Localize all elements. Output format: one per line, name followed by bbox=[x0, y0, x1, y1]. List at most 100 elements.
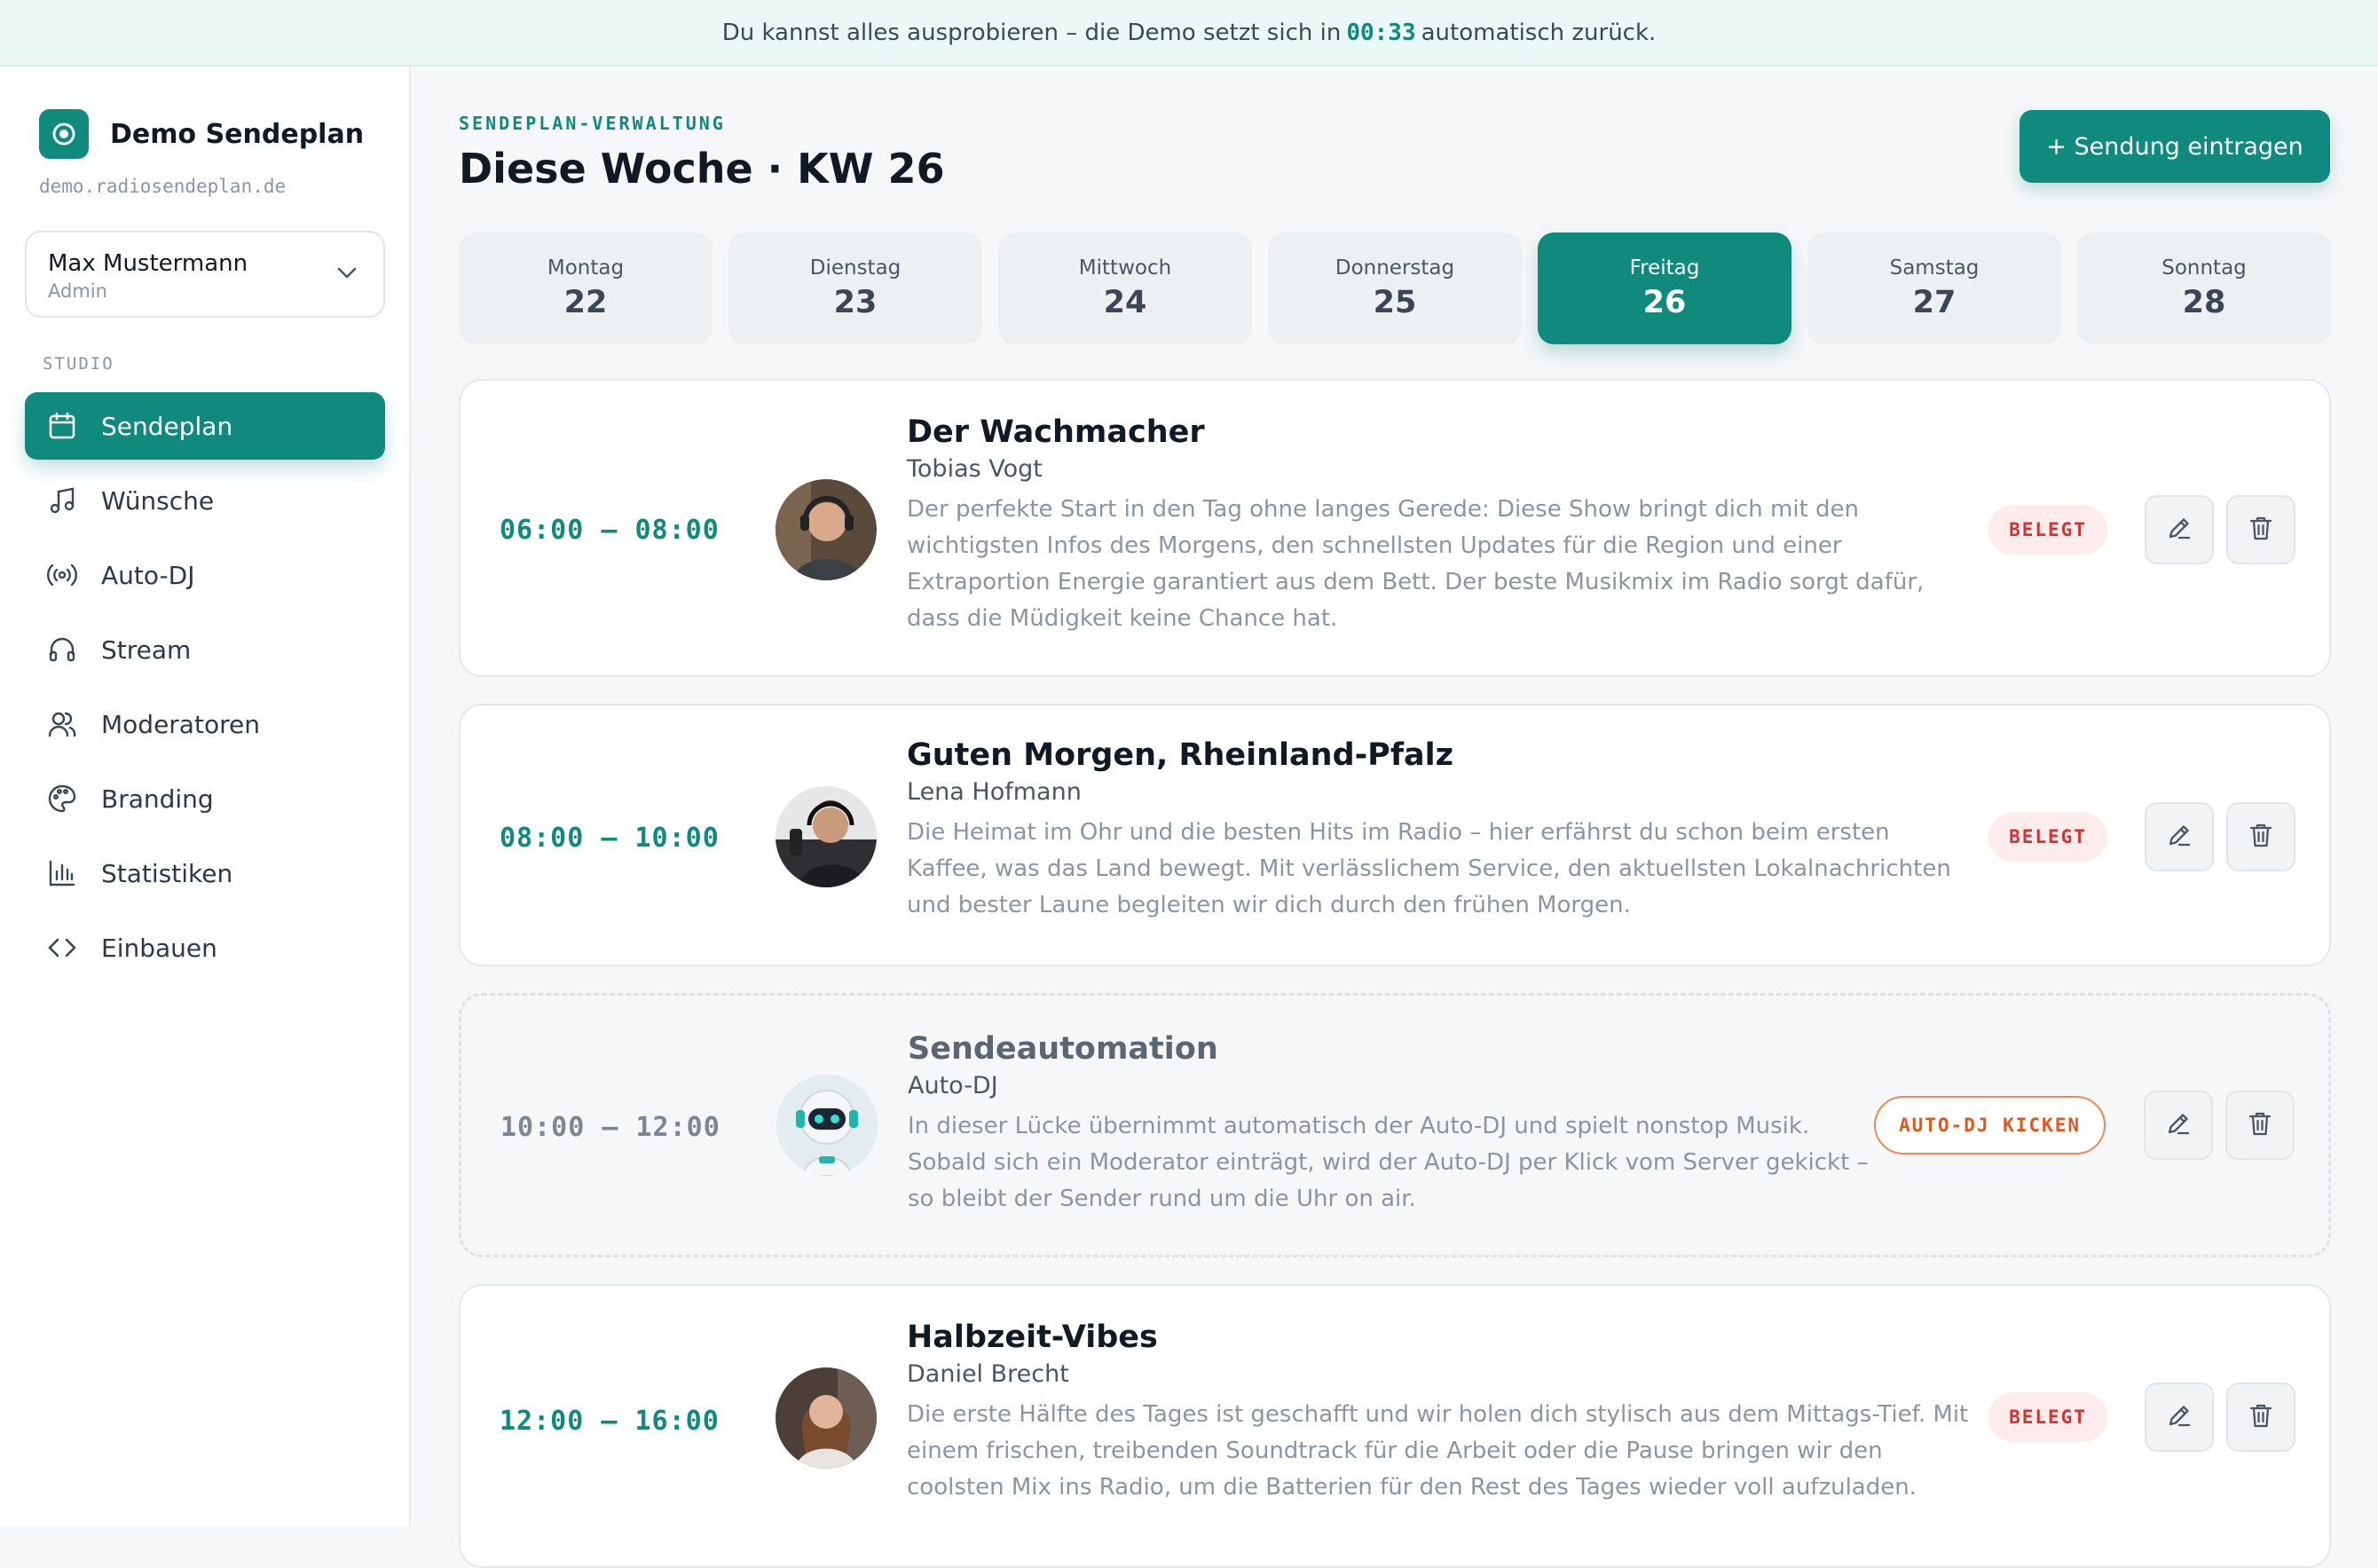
day-number: 24 bbox=[1103, 285, 1147, 320]
pencil-icon bbox=[2164, 1109, 2193, 1141]
show-description: Die erste Hälfte des Tages ist geschafft… bbox=[907, 1401, 1969, 1501]
show-title: Guten Morgen, Rheinland-Pfalz bbox=[907, 737, 1454, 773]
day-number: 22 bbox=[563, 285, 608, 320]
brand-title: Demo Sendeplan bbox=[110, 118, 365, 150]
banner-text-after: automatisch zurück. bbox=[1421, 19, 1657, 46]
sidebar-item-statistiken[interactable]: Statistiken bbox=[25, 839, 385, 907]
add-show-button[interactable]: + Sendung eintragen bbox=[2020, 110, 2330, 183]
delete-button[interactable] bbox=[2226, 495, 2295, 564]
sidebar-item-stream[interactable]: Stream bbox=[25, 616, 385, 683]
tab-sonntag[interactable]: Sonntag 28 bbox=[2077, 232, 2331, 344]
show-time: 12:00 – 16:00 bbox=[500, 1406, 720, 1437]
show-title: Der Wachmacher bbox=[907, 414, 1205, 450]
main-content: SENDEPLAN-VERWALTUNG Diese Woche · KW 26… bbox=[413, 67, 2378, 1568]
show-card[interactable]: 06:00 – 08:00 Der Wachmacher Tobias Vogt… bbox=[459, 379, 2331, 677]
day-number: 25 bbox=[1373, 285, 1417, 320]
page-eyebrow: SENDEPLAN-VERWALTUNG bbox=[459, 113, 726, 134]
sidebar-item-einbauen[interactable]: Einbauen bbox=[25, 914, 385, 981]
day-number: 28 bbox=[2182, 285, 2226, 320]
sidebar-item-sendeplan[interactable]: Sendeplan bbox=[25, 392, 385, 460]
trash-icon bbox=[2247, 514, 2275, 546]
show-card[interactable]: 12:00 – 16:00 Halbzeit-Vibes Daniel Brec… bbox=[459, 1284, 2331, 1568]
sidebar-item-label: Branding bbox=[101, 784, 214, 814]
tab-freitag[interactable]: Freitag 26 bbox=[1538, 232, 1791, 344]
brand-domain: demo.radiosendeplan.de bbox=[39, 176, 287, 197]
calendar-icon bbox=[46, 410, 78, 442]
sidebar-item-label: Moderatoren bbox=[101, 709, 260, 739]
robot-avatar bbox=[776, 1075, 878, 1176]
day-number: 27 bbox=[1912, 285, 1957, 320]
show-description: Der perfekte Start in den Tag ohne lange… bbox=[907, 496, 1925, 632]
sidebar-item-label: Auto-DJ bbox=[101, 560, 195, 590]
users-icon bbox=[46, 708, 78, 740]
delete-button[interactable] bbox=[2226, 802, 2295, 871]
day-number: 26 bbox=[1642, 285, 1687, 320]
user-role: Admin bbox=[48, 280, 107, 302]
page-title: Diese Woche · KW 26 bbox=[459, 145, 945, 193]
broadcast-icon bbox=[46, 559, 78, 591]
day-name: Donnerstag bbox=[1335, 256, 1455, 280]
tab-donnerstag[interactable]: Donnerstag 25 bbox=[1268, 232, 1522, 344]
pencil-icon bbox=[2165, 1401, 2193, 1433]
show-info: Halbzeit-Vibes Daniel Brecht Die erste H… bbox=[907, 1320, 1972, 1506]
reset-countdown: 00:33 bbox=[1346, 19, 1416, 46]
banner-text-before: Du kannst alles ausprobieren – die Demo … bbox=[721, 19, 1342, 46]
delete-button[interactable] bbox=[2226, 1383, 2295, 1452]
headphones-icon bbox=[46, 634, 78, 666]
status-badge-belegt: BELEGT bbox=[1988, 1392, 2107, 1442]
tab-samstag[interactable]: Samstag 27 bbox=[1807, 232, 2061, 344]
kick-autodj-button[interactable]: AUTO-DJ KICKEN bbox=[1874, 1096, 2106, 1154]
host-avatar bbox=[776, 1367, 877, 1469]
day-name: Freitag bbox=[1629, 256, 1700, 280]
radio-logo-icon bbox=[39, 109, 89, 159]
edit-button[interactable] bbox=[2145, 802, 2214, 871]
host-avatar bbox=[776, 786, 877, 887]
brand[interactable]: Demo Sendeplan bbox=[39, 109, 364, 159]
show-title: Halbzeit-Vibes bbox=[907, 1320, 1158, 1355]
day-name: Samstag bbox=[1889, 256, 1980, 280]
host-avatar bbox=[776, 479, 877, 580]
tab-mittwoch[interactable]: Mittwoch 24 bbox=[998, 232, 1252, 344]
status-badge-belegt: BELEGT bbox=[1988, 505, 2107, 555]
show-card[interactable]: 08:00 – 10:00 Guten Morgen, Rheinland-Pf… bbox=[459, 704, 2331, 966]
show-host: Tobias Vogt bbox=[907, 455, 1043, 483]
show-time: 10:00 – 12:00 bbox=[500, 1112, 720, 1143]
sidebar-item-wuensche[interactable]: Wünsche bbox=[25, 467, 385, 534]
day-name: Montag bbox=[547, 256, 625, 280]
show-info: Der Wachmacher Tobias Vogt Der perfekte … bbox=[907, 414, 1972, 637]
show-title: Sendeautomation bbox=[908, 1031, 1218, 1067]
day-name: Sonntag bbox=[2161, 256, 2247, 280]
show-description: In dieser Lücke übernimmt automatisch de… bbox=[908, 1113, 1869, 1212]
trash-icon bbox=[2247, 1401, 2275, 1433]
sidebar-item-label: Stream bbox=[101, 634, 192, 665]
show-host: Auto-DJ bbox=[908, 1072, 998, 1099]
sidebar-item-moderatoren[interactable]: Moderatoren bbox=[25, 690, 385, 758]
edit-button[interactable] bbox=[2145, 1383, 2214, 1452]
user-switcher[interactable]: Max Mustermann Admin bbox=[25, 231, 385, 318]
bar-chart-icon bbox=[46, 857, 78, 889]
delete-button[interactable] bbox=[2225, 1091, 2295, 1160]
user-name: Max Mustermann bbox=[48, 250, 248, 277]
sidebar-item-auto-dj[interactable]: Auto-DJ bbox=[25, 541, 385, 609]
trash-icon bbox=[2246, 1109, 2274, 1141]
edit-button[interactable] bbox=[2144, 1091, 2213, 1160]
show-info: Guten Morgen, Rheinland-Pfalz Lena Hofma… bbox=[907, 737, 1972, 924]
pencil-icon bbox=[2165, 514, 2193, 546]
autodj-slot-card[interactable]: 10:00 – 12:00 Sendeautomation Auto-DJ In… bbox=[459, 993, 2331, 1257]
show-description: Die Heimat im Ohr und die besten Hits im… bbox=[907, 819, 1951, 918]
pencil-icon bbox=[2165, 821, 2193, 853]
day-name: Dienstag bbox=[809, 256, 902, 280]
show-time: 08:00 – 10:00 bbox=[500, 823, 720, 854]
tab-montag[interactable]: Montag 22 bbox=[459, 232, 713, 344]
trash-icon bbox=[2247, 821, 2275, 853]
sidebar-item-label: Statistiken bbox=[101, 858, 233, 888]
sidebar-item-label: Sendeplan bbox=[101, 411, 233, 441]
sidebar-item-branding[interactable]: Branding bbox=[25, 765, 385, 832]
code-icon bbox=[46, 932, 78, 964]
edit-button[interactable] bbox=[2145, 495, 2214, 564]
status-badge-belegt: BELEGT bbox=[1988, 812, 2107, 862]
weekday-tabs: Montag 22 Dienstag 23 Mittwoch 24 Donner… bbox=[459, 232, 2331, 344]
tab-dienstag[interactable]: Dienstag 23 bbox=[728, 232, 982, 344]
show-host: Daniel Brecht bbox=[907, 1360, 1069, 1388]
day-name: Mittwoch bbox=[1078, 256, 1172, 280]
